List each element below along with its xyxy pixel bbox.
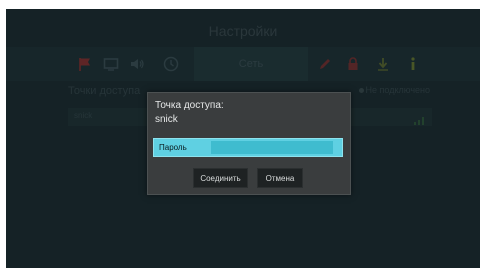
password-dialog: Точка доступа: snick Соединить Отмена bbox=[147, 92, 351, 195]
connect-button-label: Соединить bbox=[200, 173, 241, 183]
dialog-heading: Точка доступа: bbox=[155, 100, 224, 111]
password-field-wrapper bbox=[153, 138, 343, 157]
password-input[interactable] bbox=[154, 139, 342, 156]
tv-settings-screen: Настройки Сеть Точки доступа Не подключе… bbox=[6, 9, 480, 268]
cancel-button-label: Отмена bbox=[265, 173, 295, 183]
dialog-ssid: snick bbox=[155, 114, 178, 125]
cancel-button[interactable]: Отмена bbox=[257, 168, 303, 188]
connect-button[interactable]: Соединить bbox=[193, 168, 248, 188]
